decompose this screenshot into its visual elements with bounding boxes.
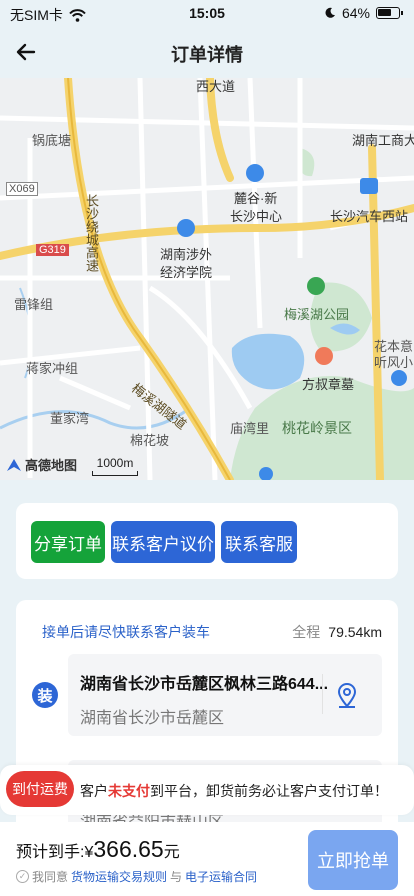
map-label: 长沙绕城高速 bbox=[84, 194, 99, 272]
route-map[interactable]: 西大道 锅底塘 湖南工商大 X069 G319 长沙绕城高速 麓谷·新 长沙中心… bbox=[0, 78, 414, 480]
map-label: 锅底塘 bbox=[32, 133, 72, 148]
map-label: 长沙汽车西站 bbox=[330, 209, 409, 224]
load-address: 湖南省长沙市岳麓区枫林三路644... bbox=[80, 676, 329, 693]
map-scale-bar bbox=[92, 471, 138, 476]
contact-customer-negotiate-button[interactable]: 联系客户议价 bbox=[111, 521, 215, 563]
map-label: 听风小 bbox=[374, 355, 414, 370]
warning-text-pre: 客户 bbox=[80, 783, 108, 799]
agreement-row: ✓ 我同意 货物运输交易规则 与 电子运输合同 bbox=[16, 868, 257, 885]
map-label: 董家湾 bbox=[50, 411, 90, 426]
map-label: 梅溪湖公园 bbox=[284, 307, 350, 322]
loading-hint: 接单后请尽快联系客户装车 bbox=[42, 624, 210, 640]
total-distance: 全程 79.54km bbox=[292, 622, 382, 642]
status-bar: 无SIM卡 15:05 64% bbox=[0, 0, 414, 28]
map-label: 桃花岭景区 bbox=[282, 420, 352, 436]
map-label: 经济学院 bbox=[160, 265, 213, 280]
grab-order-button[interactable]: 立即抢单 bbox=[308, 830, 398, 890]
amap-logo-icon bbox=[7, 458, 21, 471]
map-label: 庙湾里 bbox=[230, 421, 270, 436]
contract-link[interactable]: 电子运输合同 bbox=[185, 868, 257, 885]
map-scale-label: 1000m bbox=[96, 456, 134, 470]
amap-logo: 高德地图 bbox=[6, 455, 77, 474]
price-unit: 元 bbox=[163, 844, 180, 861]
map-label: 方叔章墓 bbox=[302, 377, 355, 392]
load-badge: 装 bbox=[32, 682, 58, 708]
divider bbox=[322, 674, 323, 714]
action-card: 分享订单 联系客户议价 联系客服 bbox=[16, 503, 398, 579]
moon-icon bbox=[325, 7, 335, 18]
map-label: 雷锋组 bbox=[14, 297, 54, 312]
map-label: X069 bbox=[6, 182, 38, 196]
battery-percent: 64% bbox=[341, 5, 370, 21]
payment-warning-text: 客户未支付到平台，卸货前务必让客户支付订单！ bbox=[80, 781, 388, 801]
map-label: 蒋家冲组 bbox=[26, 361, 79, 376]
map-label: 棉花坡 bbox=[130, 433, 170, 448]
agree-checkbox[interactable]: ✓ bbox=[16, 870, 29, 883]
estimated-income: 预计到手: ¥ 366.65 元 bbox=[16, 836, 180, 863]
bottom-bar: 预计到手: ¥ 366.65 元 ✓ 我同意 货物运输交易规则 与 电子运输合同… bbox=[0, 822, 414, 896]
nav-bar: 订单详情 bbox=[0, 28, 414, 76]
currency-symbol: ¥ bbox=[84, 844, 94, 861]
contact-service-button[interactable]: 联系客服 bbox=[221, 521, 297, 563]
unpaid-status: 未支付 bbox=[108, 783, 150, 799]
map-label: 长沙中心 bbox=[230, 209, 283, 224]
map-label: G319 bbox=[36, 244, 69, 256]
location-pin-icon[interactable] bbox=[336, 682, 358, 708]
map-label: 西大道 bbox=[196, 79, 236, 94]
share-order-button[interactable]: 分享订单 bbox=[31, 521, 105, 563]
payment-warning-banner: 到付运费 客户未支付到平台，卸货前务必让客户支付订单！ bbox=[0, 765, 414, 815]
load-address-box[interactable]: 湖南省长沙市岳麓区枫林三路644... 湖南省长沙市岳麓区 bbox=[68, 654, 382, 736]
price-value: 366.65 bbox=[93, 836, 164, 862]
transport-rules-link[interactable]: 货物运输交易规则 bbox=[71, 868, 167, 885]
map-label: 湖南工商大 bbox=[352, 133, 414, 148]
and-text: 与 bbox=[170, 870, 183, 884]
agree-text: 我同意 bbox=[32, 870, 69, 884]
distance-label: 全程 bbox=[292, 624, 321, 640]
load-district: 湖南省长沙市岳麓区 bbox=[80, 710, 225, 727]
amap-logo-text: 高德地图 bbox=[25, 458, 78, 473]
warning-text-post: 到平台，卸货前务必让客户支付订单！ bbox=[150, 783, 388, 799]
map-scale: 1000m bbox=[92, 456, 138, 476]
battery-icon bbox=[376, 7, 403, 19]
map-label: 湖南涉外 bbox=[160, 247, 213, 262]
map-label: 麓谷·新 bbox=[234, 191, 278, 206]
cod-freight-tag: 到付运费 bbox=[6, 771, 74, 807]
price-label: 预计到手: bbox=[16, 844, 85, 861]
page-title: 订单详情 bbox=[171, 45, 243, 65]
distance-value: 79.54km bbox=[328, 624, 382, 640]
